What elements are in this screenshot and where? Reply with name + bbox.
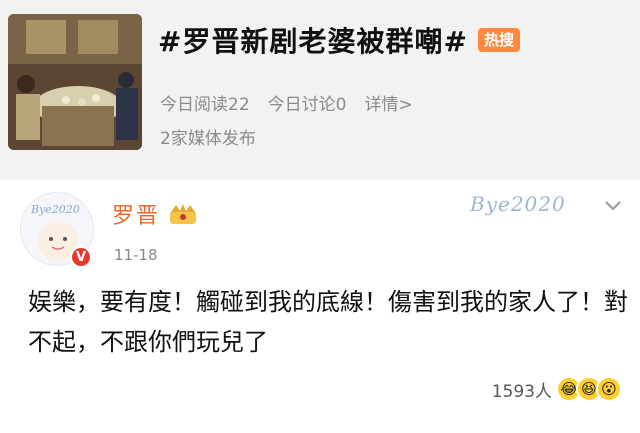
today-discussions: 今日讨论0	[267, 95, 347, 115]
today-reads: 今日阅读22	[160, 95, 250, 115]
crown-icon	[170, 204, 197, 224]
card-decoration: Bye2020	[470, 192, 566, 216]
reaction-bar[interactable]: 1593人 😂 😆 😮	[492, 376, 622, 402]
surprised-emoji-icon: 😮	[596, 376, 622, 402]
reaction-count[interactable]: 1593人	[492, 377, 552, 402]
verified-badge: V	[70, 246, 92, 268]
svg-text:Bye2020: Bye2020	[30, 203, 80, 216]
hot-badge: 热搜	[477, 28, 520, 52]
topic-title[interactable]: #罗晋新剧老婆被群嘲# 热搜	[158, 22, 520, 58]
post-card: Bye2020 V 罗晋 11-18 Bye2020 娱樂，要有度！觸碰到我的底…	[0, 190, 640, 433]
topic-card[interactable]: #罗晋新剧老婆被群嘲# 热搜 今日阅读22 今日讨论0 详情> 2家媒体发布	[0, 0, 640, 180]
chevron-down-icon[interactable]	[604, 200, 622, 212]
author-name[interactable]: 罗晋	[112, 198, 160, 230]
author-row: 罗晋	[112, 198, 198, 230]
post-time: 11-18	[114, 246, 158, 264]
reaction-emojis[interactable]: 😂 😆 😮	[556, 376, 622, 402]
topic-hashtag[interactable]: #罗晋新剧老婆被群嘲#	[158, 20, 468, 60]
topic-thumbnail[interactable]	[8, 14, 142, 150]
post-text: 娱樂，要有度！觸碰到我的底線！傷害到我的家人了！對不起，不跟你們玩兒了	[28, 288, 628, 356]
details-link[interactable]: 详情>	[364, 90, 412, 115]
media-sources: 2家媒体发布	[160, 129, 256, 149]
topic-stats: 今日阅读22 今日讨论0 详情>	[160, 90, 413, 115]
